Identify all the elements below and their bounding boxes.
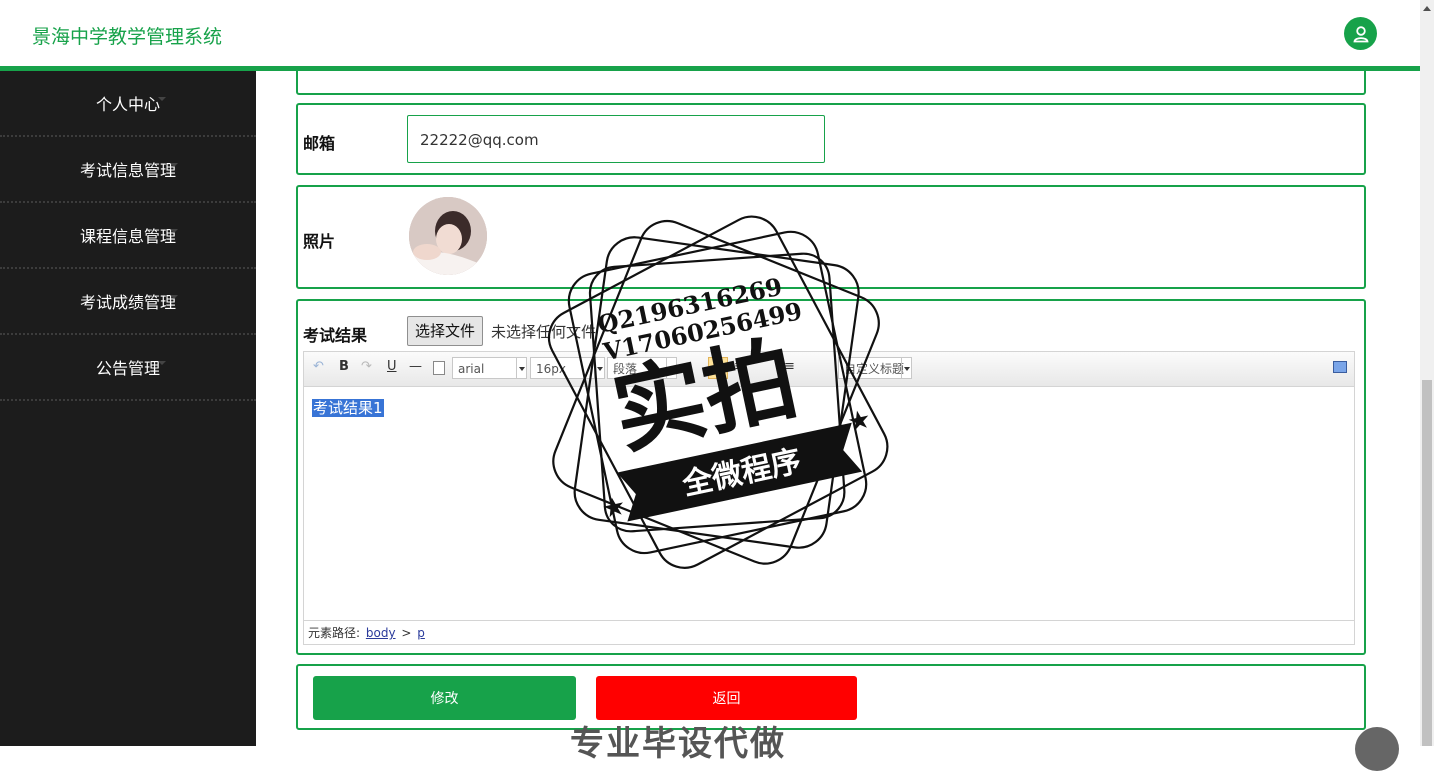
editor-content[interactable]: 考试结果1 [312,397,384,418]
font-size-select[interactable]: 16px [530,357,605,379]
sidebar-item-exam-info[interactable]: 考试信息管理 [0,137,256,203]
watermark-bottom-text: 专业毕设代做 [570,724,786,764]
form-row-photo: 照片 [296,185,1366,289]
app-title: 景海中学教学管理系统 [32,26,223,48]
custom-heading-select[interactable]: 自定义标题 [838,357,912,379]
undo-icon[interactable]: ↶ [313,359,324,374]
email-label: 邮箱 [303,134,336,153]
path-separator: > [401,626,412,640]
paragraph-value: 段落 [613,362,638,376]
email-field[interactable]: 22222@qq.com [407,115,825,163]
page-icon[interactable] [433,361,445,375]
user-avatar-button[interactable] [1344,17,1377,50]
editor-toolbar: ↶ B ↷ U — arial 16px 段落 ≡ ≡ 自定义标题 [304,352,1354,387]
font-family-value: arial [458,362,485,376]
redo-icon[interactable]: ↷ [361,359,372,374]
sidebar-item-course-info[interactable]: 课程信息管理 [0,203,256,269]
form-row-exam-result: 考试结果 选择文件 未选择任何文件 ↶ B ↷ U — arial 16px 段… [296,299,1366,655]
chevron-down-icon [170,229,178,233]
file-status-text: 未选择任何文件 [491,323,597,341]
form-row-previous [296,71,1366,95]
chevron-down-icon [594,358,604,378]
element-path-bar: 元素路径: body > p [304,620,1354,644]
vertical-scrollbar[interactable] [1420,0,1434,746]
sidebar: 个人中心 考试信息管理 课程信息管理 考试成绩管理 公告管理 [0,71,256,746]
sidebar-item-label: 个人中心 [95,95,160,114]
sidebar-item-personal-center[interactable]: 个人中心 [0,71,256,137]
sidebar-item-exam-scores[interactable]: 考试成绩管理 [0,269,256,335]
align-justify-icon[interactable]: ≡ [784,359,795,374]
scrollbar-thumb[interactable] [1422,380,1432,746]
font-size-value: 16px [536,362,566,376]
chevron-down-icon [170,163,178,167]
sidebar-item-label: 考试成绩管理 [79,293,176,312]
horizontal-rule-icon[interactable]: — [409,359,422,374]
bold-icon[interactable]: B [339,359,349,374]
choose-file-button[interactable]: 选择文件 [407,316,484,346]
chevron-down-icon [516,358,526,378]
modify-button[interactable]: 修改 [313,676,576,720]
form-row-email: 邮箱 22222@qq.com [296,103,1366,175]
user-icon [1352,25,1369,42]
main-content: 邮箱 22222@qq.com 照片 考试结果 选择文件 未选择任何文件 ↶ B… [256,71,1420,746]
sidebar-item-label: 课程信息管理 [79,227,176,246]
scroll-up-arrow-icon[interactable] [1423,6,1431,11]
top-header: 景海中学教学管理系统 [0,0,1420,71]
custom-heading-value: 自定义标题 [844,362,905,376]
form-row-actions: 修改 返回 [296,664,1366,730]
align-left-icon[interactable] [708,357,728,379]
back-button[interactable]: 返回 [596,676,857,720]
sidebar-item-label: 公告管理 [95,359,160,378]
sidebar-item-label: 考试信息管理 [79,161,176,180]
chevron-down-icon [170,295,178,299]
chevron-down-icon [901,358,911,378]
font-family-select[interactable]: arial [452,357,527,379]
exam-result-label: 考试结果 [303,326,368,345]
chevron-down-icon [158,361,166,365]
editor-selected-text: 考试结果1 [312,399,384,417]
user-photo[interactable] [409,197,487,275]
floating-action-button[interactable] [1355,727,1399,771]
paragraph-select[interactable]: 段落 [607,357,677,379]
photo-label: 照片 [303,232,336,251]
chevron-down-icon [666,358,676,378]
path-label: 元素路径: [308,626,361,640]
path-p-link[interactable]: p [417,626,425,640]
fullscreen-icon[interactable] [1333,361,1347,373]
underline-icon[interactable]: U [387,359,397,374]
align-center-icon[interactable]: ≡ [734,359,745,374]
sidebar-item-announcements[interactable]: 公告管理 [0,335,256,401]
chevron-down-icon [158,97,166,101]
path-body-link[interactable]: body [366,626,396,640]
rich-text-editor: ↶ B ↷ U — arial 16px 段落 ≡ ≡ 自定义标题 考试结果1 … [303,351,1355,645]
